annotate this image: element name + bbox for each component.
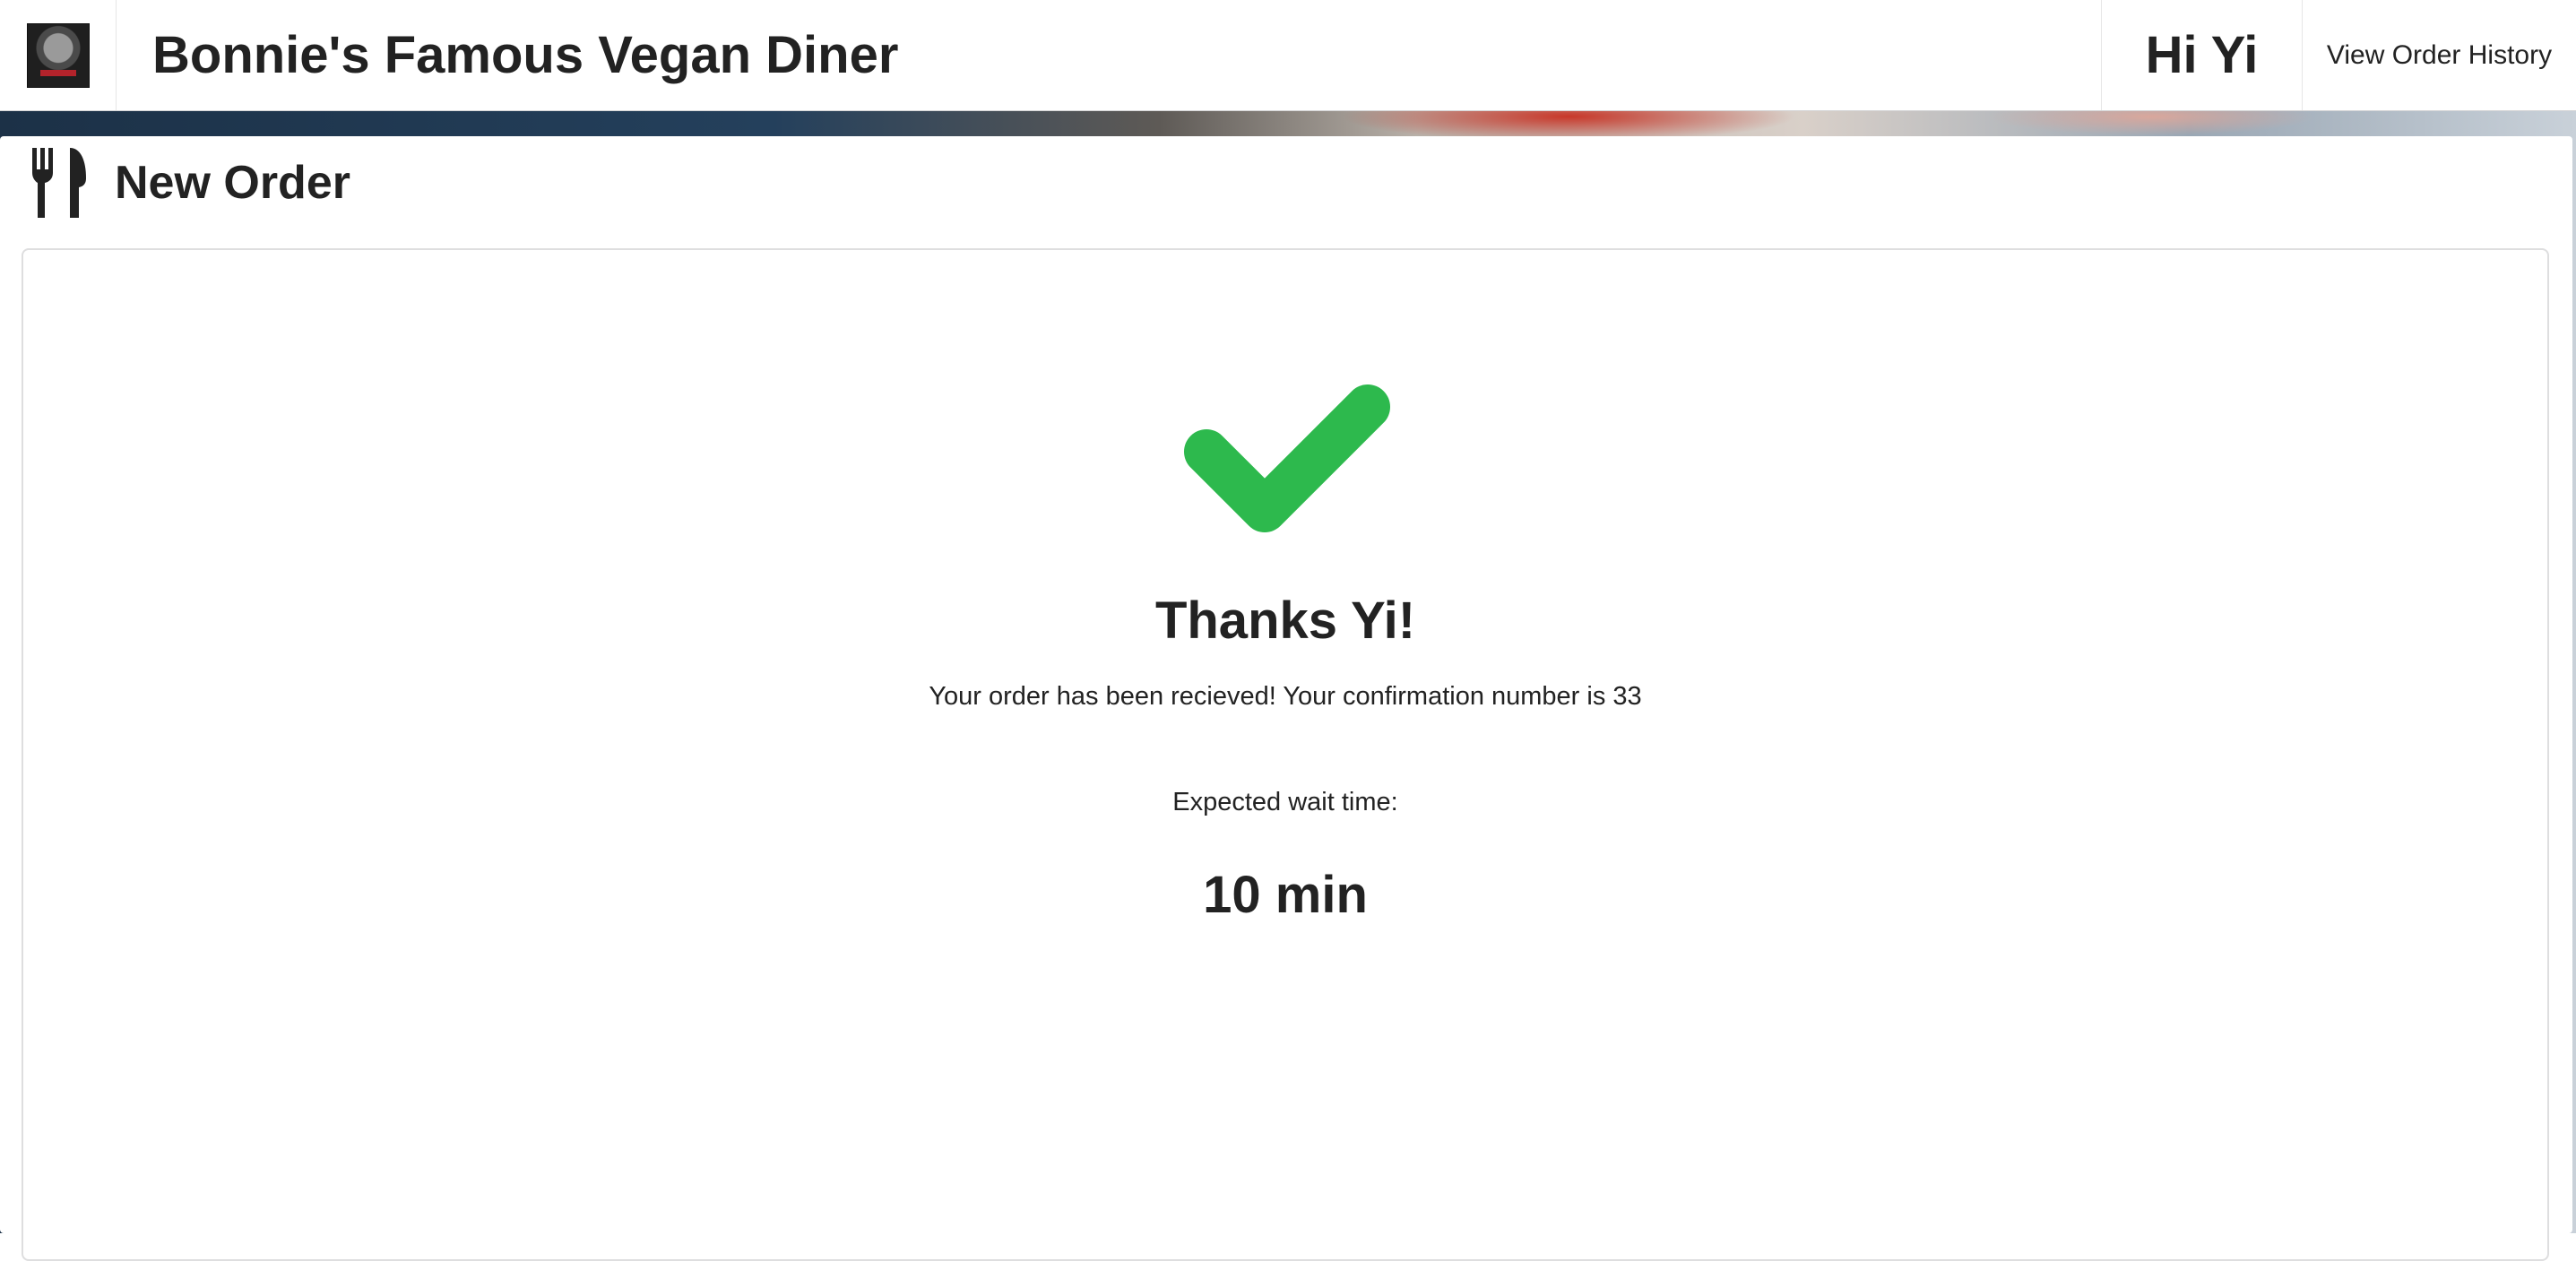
thanks-heading: Thanks Yi!	[1154, 592, 1416, 650]
diner-logo-icon	[26, 22, 90, 88]
wait-time-label: Expected wait time:	[1172, 788, 1398, 816]
main-content: New Order Thanks Yi! Your order has been…	[0, 136, 2572, 1261]
logo-item[interactable]	[0, 0, 117, 110]
page-title: New Order	[115, 157, 350, 209]
wait-time-value: 10 min	[1203, 866, 1368, 924]
order-confirmation-card: Thanks Yi! Your order has been recieved!…	[22, 248, 2549, 1261]
view-order-history-link[interactable]: View Order History	[2302, 0, 2576, 110]
utensils-icon	[32, 148, 86, 218]
top-menu-bar: Bonnie's Famous Vegan Diner Hi Yi View O…	[0, 0, 2576, 111]
checkmark-icon	[1184, 384, 1390, 532]
page-header: New Order	[30, 147, 350, 219]
site-title: Bonnie's Famous Vegan Diner	[152, 26, 899, 84]
confirmation-message: Your order has been recieved! Your confi…	[929, 682, 1642, 711]
user-greeting: Hi Yi	[2101, 0, 2302, 110]
